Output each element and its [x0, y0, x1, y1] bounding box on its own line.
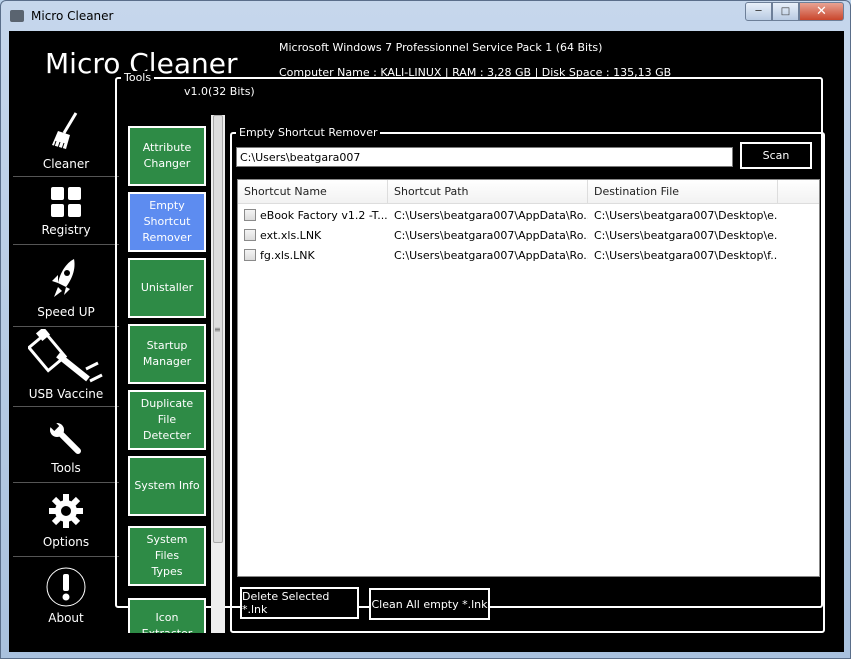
close-button[interactable]: ✕: [799, 2, 844, 21]
title-bar: Micro Cleaner ─ □ ✕: [1, 1, 850, 31]
sidebar-nav: Cleaner Registry Speed UP USB Vaccine To…: [13, 105, 119, 633]
row-checkbox[interactable]: [244, 229, 256, 241]
delete-selected-button[interactable]: Delete Selected *.lnk: [240, 587, 359, 619]
tool-attribute-changer-button[interactable]: Attribute Changer: [128, 126, 206, 186]
clean-all-button[interactable]: Clean All empty *.lnk: [369, 588, 490, 620]
tool-system-info-button[interactable]: System Info: [128, 456, 206, 516]
column-header-shortcut-path[interactable]: Shortcut Path: [388, 180, 588, 204]
minimize-button[interactable]: ─: [745, 2, 772, 21]
tools-group-legend: Tools: [121, 71, 155, 84]
nav-item-speed-up[interactable]: Speed UP: [13, 245, 119, 327]
minimize-icon: ─: [755, 6, 762, 17]
os-info: Microsoft Windows 7 Professionnel Servic…: [279, 41, 603, 54]
registry-grid-icon: [51, 187, 81, 217]
cell-shortcut-name: eBook Factory v1.2 -T...: [260, 208, 388, 222]
scrollbar-grip-icon: ≡: [214, 325, 221, 334]
cell-destination-file: C:\Users\beatgara007\Desktop\e...: [594, 228, 778, 242]
cell-destination-file: C:\Users\beatgara007\Desktop\e...: [594, 208, 778, 222]
path-input[interactable]: [236, 147, 733, 167]
nav-item-about[interactable]: About: [13, 557, 119, 633]
tool-list-scrollbar[interactable]: ≡: [211, 115, 225, 633]
column-header-filler: [778, 180, 819, 204]
table-row[interactable]: ext.xls.LNK C:\Users\beatgara007\AppData…: [238, 225, 819, 245]
nav-item-registry[interactable]: Registry: [13, 177, 119, 245]
app-icon: [10, 10, 24, 22]
table-row[interactable]: fg.xls.LNK C:\Users\beatgara007\AppData\…: [238, 245, 819, 265]
maximize-icon: □: [780, 6, 791, 17]
column-header-destination-file[interactable]: Destination File: [588, 180, 778, 204]
app-window: Micro Cleaner ─ □ ✕ Micro Cleaner v1.0(3…: [0, 0, 851, 659]
broom-icon: [52, 112, 78, 150]
empty-shortcut-remover-legend: Empty Shortcut Remover: [236, 126, 381, 139]
tool-startup-manager-button[interactable]: Startup Manager: [128, 324, 206, 384]
nav-label-usb-vaccine: USB Vaccine: [28, 387, 104, 401]
tool-button-label: Duplicate File Detecter: [140, 397, 194, 442]
row-checkbox[interactable]: [244, 249, 256, 261]
nav-label-about: About: [48, 611, 84, 625]
tool-icon-extractor-button[interactable]: Icon Extractor: [128, 598, 206, 633]
tool-empty-shortcut-remover-button[interactable]: Empty Shortcut Remover: [128, 192, 206, 252]
window-title: Micro Cleaner: [31, 9, 114, 23]
gear-icon: [49, 494, 83, 528]
maximize-button[interactable]: □: [772, 2, 799, 21]
tool-button-label: System Files Types: [146, 533, 188, 578]
nav-label-registry: Registry: [41, 223, 91, 237]
tool-system-files-types-button[interactable]: System Files Types: [128, 526, 206, 586]
tool-button-label: Empty Shortcut Remover: [142, 199, 192, 244]
exclamation-icon: [46, 567, 86, 607]
rocket-icon: [52, 259, 75, 297]
nav-item-usb-vaccine[interactable]: USB Vaccine: [13, 327, 119, 407]
cell-shortcut-name: fg.xls.LNK: [260, 248, 315, 262]
wrench-icon: [50, 421, 81, 454]
nav-item-cleaner[interactable]: Cleaner: [13, 105, 119, 177]
row-checkbox[interactable]: [244, 209, 256, 221]
scan-button[interactable]: Scan: [740, 142, 812, 169]
tool-button-label: Icon Extractor: [142, 611, 193, 633]
tool-button-label: System Info: [134, 479, 200, 492]
close-icon: ✕: [816, 4, 827, 19]
tool-button-label: Unistaller: [140, 281, 194, 294]
shortcut-table: Shortcut Name Shortcut Path Destination …: [237, 179, 820, 577]
nav-label-options: Options: [42, 535, 90, 549]
nav-item-tools[interactable]: Tools: [13, 407, 119, 483]
tool-button-label: Attribute Changer: [142, 141, 192, 170]
column-header-shortcut-name[interactable]: Shortcut Name: [238, 180, 388, 204]
nav-label-tools: Tools: [51, 461, 81, 475]
usb-syringe-icon: [28, 329, 103, 383]
cell-shortcut-path: C:\Users\beatgara007\AppData\Ro...: [394, 228, 588, 242]
tool-duplicate-file-detecter-button[interactable]: Duplicate File Detecter: [128, 390, 206, 450]
nav-label-speed-up: Speed UP: [37, 305, 95, 319]
cell-shortcut-name: ext.xls.LNK: [260, 228, 322, 242]
cell-shortcut-path: C:\Users\beatgara007\AppData\Ro...: [394, 208, 588, 222]
table-header: Shortcut Name Shortcut Path Destination …: [238, 180, 819, 204]
tool-list: Attribute Changer Empty Shortcut Remover…: [128, 115, 208, 633]
nav-item-options[interactable]: Options: [13, 483, 119, 557]
tool-uninstaller-button[interactable]: Unistaller: [128, 258, 206, 318]
tool-button-label: Startup Manager: [142, 339, 192, 368]
cell-destination-file: C:\Users\beatgara007\Desktop\f...: [594, 248, 778, 262]
table-row[interactable]: eBook Factory v1.2 -T... C:\Users\beatga…: [238, 205, 819, 225]
cell-shortcut-path: C:\Users\beatgara007\AppData\Ro...: [394, 248, 588, 262]
nav-label-cleaner: Cleaner: [42, 157, 90, 171]
